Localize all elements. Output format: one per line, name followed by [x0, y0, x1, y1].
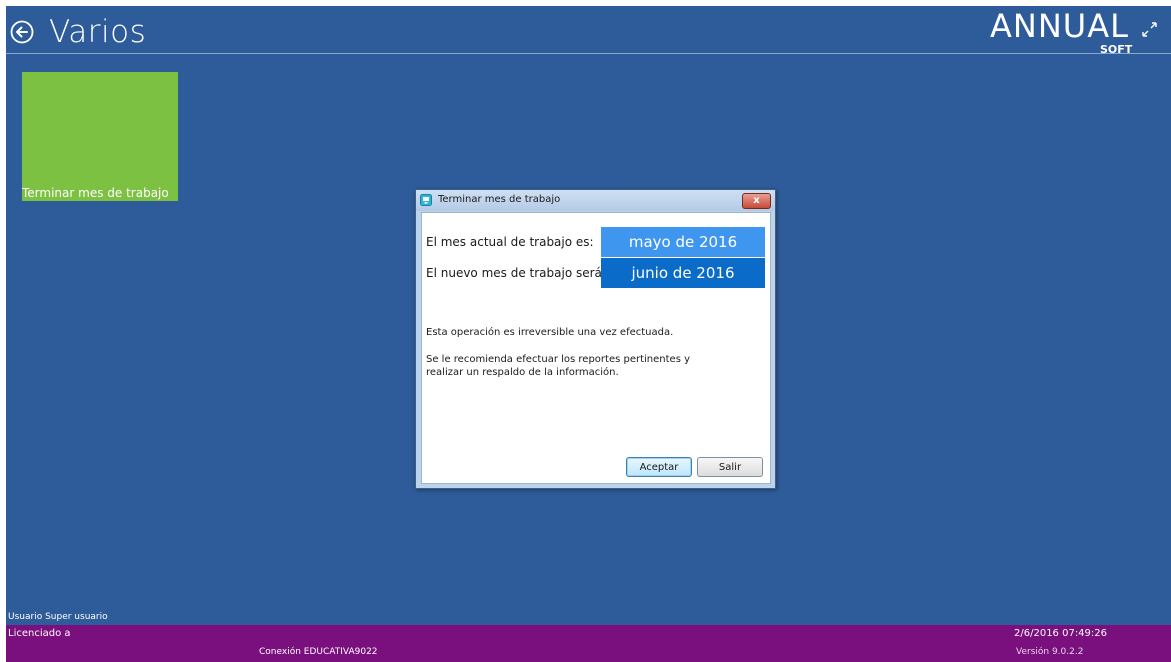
dialog-titlebar[interactable]: Terminar mes de trabajo x	[416, 190, 775, 211]
user-value: Super usuario	[45, 612, 108, 622]
accept-button[interactable]: Aceptar	[626, 457, 692, 477]
exit-button[interactable]: Salir	[697, 457, 763, 477]
warning-message: Esta operación es irreversible una vez e…	[426, 327, 674, 338]
connection-label: Conexión	[259, 647, 301, 657]
header: Varios ANNUAL SOFT	[6, 6, 1171, 56]
app-window: Varios ANNUAL SOFT Terminar mes de traba…	[6, 6, 1171, 662]
app-icon	[420, 194, 432, 206]
dialog-body: El mes actual de trabajo es: mayo de 201…	[421, 212, 771, 484]
footer-bar: Licenciado a Conexión EDUCATIVA9022 2/6/…	[6, 625, 1171, 662]
recommendation-line-1: Se le recomienda efectuar los reportes p…	[426, 354, 690, 365]
tile-terminar-mes[interactable]: Terminar mes de trabajo	[22, 72, 178, 201]
datetime: 2/6/2016 07:49:26	[1014, 628, 1108, 639]
user-label: Usuario	[8, 612, 43, 622]
tile-label: Terminar mes de trabajo	[22, 186, 169, 200]
user-info: Usuario Super usuario	[8, 612, 108, 622]
recommendation-line-2: realizar un respaldo de la información.	[426, 367, 619, 378]
licensed-label: Licenciado a	[8, 628, 71, 639]
header-divider	[6, 53, 1171, 54]
version: Versión 9.0.2.2	[1016, 647, 1084, 657]
connection-info: Conexión EDUCATIVA9022	[259, 647, 378, 657]
new-month-label: El nuevo mes de trabajo será:	[426, 266, 606, 280]
annual-soft-logo: ANNUAL SOFT	[990, 8, 1140, 58]
dialog-title: Terminar mes de trabajo	[438, 194, 561, 205]
current-month-label: El mes actual de trabajo es:	[426, 235, 594, 249]
logo-sub: SOFT	[1100, 43, 1133, 56]
logo-text: ANNUAL	[990, 7, 1129, 45]
current-month-value: mayo de 2016	[601, 227, 765, 257]
fullscreen-icon[interactable]	[1140, 20, 1160, 40]
page-title: Varios	[49, 14, 147, 50]
new-month-value: junio de 2016	[601, 258, 765, 288]
close-button[interactable]: x	[742, 193, 771, 209]
connection-value: EDUCATIVA9022	[303, 647, 378, 657]
terminar-mes-dialog: Terminar mes de trabajo x El mes actual …	[415, 189, 776, 489]
back-arrow-icon[interactable]	[10, 20, 34, 44]
